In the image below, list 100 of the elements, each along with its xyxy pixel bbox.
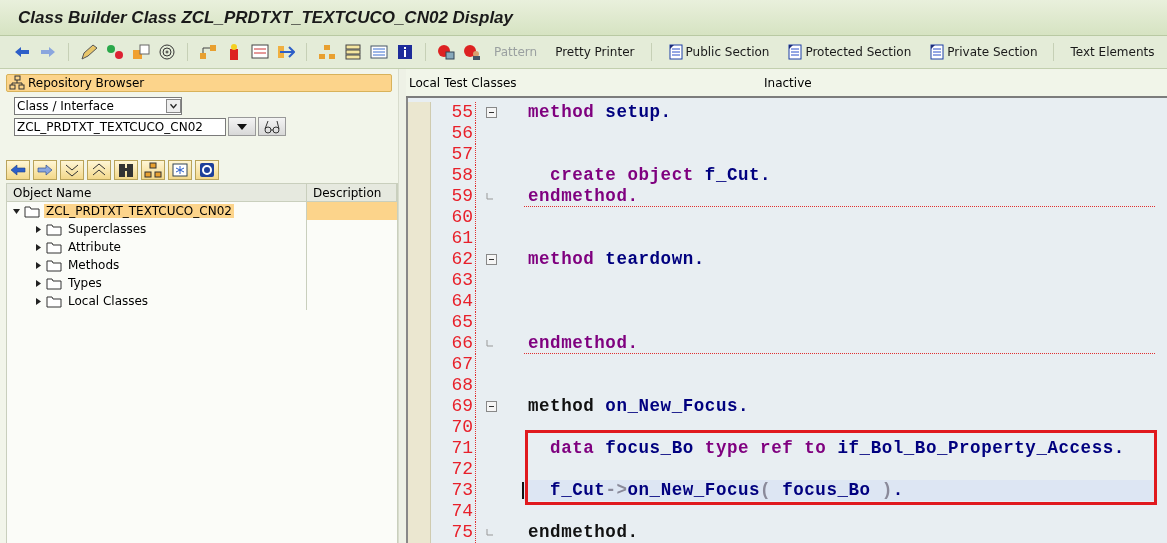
folder-icon	[46, 239, 62, 255]
code-line: method on_New_Focus.	[528, 396, 750, 416]
spiral-button[interactable]	[157, 44, 177, 60]
line-number: 68	[431, 375, 476, 396]
code-line: endmethod.	[528, 186, 639, 206]
arrows-button[interactable]	[276, 44, 296, 60]
line-number: 67	[431, 354, 476, 375]
code-line: method setup.	[528, 102, 672, 122]
line-number: 72	[431, 459, 476, 480]
back-arrow-icon	[13, 44, 31, 60]
toolbar-button[interactable]: Text Elements	[1064, 45, 1161, 59]
expander-icon[interactable]	[35, 297, 42, 305]
window-title: Class Builder Class ZCL_PRDTXT_TEXTCUCO_CN02 Display	[18, 7, 514, 28]
info-button[interactable]	[395, 44, 415, 60]
line-number: 61	[431, 228, 476, 249]
expander-icon[interactable]	[35, 243, 42, 251]
collapse-icon[interactable]	[486, 401, 497, 412]
forward-arrow-icon	[39, 44, 57, 60]
expand-button[interactable]	[60, 160, 84, 180]
pencil-button[interactable]	[79, 44, 99, 60]
expander-icon[interactable]	[13, 207, 20, 215]
line-number: 58	[431, 165, 476, 186]
block-end-icon	[486, 528, 493, 537]
folder-icon	[46, 257, 62, 273]
tree-item[interactable]: Attribute	[66, 240, 123, 254]
hierarchy-button[interactable]	[141, 160, 165, 180]
hierarchy-icon	[9, 75, 25, 91]
line-number: 71	[431, 438, 476, 459]
tree-item[interactable]: Superclasses	[66, 222, 149, 236]
expander-icon[interactable]	[35, 279, 42, 287]
code-line: method teardown.	[528, 249, 705, 269]
stop-sign-button[interactable]	[462, 44, 482, 60]
toolbar-button[interactable]: Protected Section	[781, 44, 918, 60]
pencil-icon	[80, 44, 98, 60]
block-end-icon	[486, 339, 493, 348]
object-name-field[interactable]: ZCL_PRDTXT_TEXTCUCO_CN02	[14, 117, 226, 136]
folder-icon	[46, 293, 62, 309]
refresh-button[interactable]	[195, 160, 219, 180]
tree-item[interactable]: Local Classes	[66, 294, 151, 308]
tree-item[interactable]: ZCL_PRDTXT_TEXTCUCO_CN02	[44, 204, 234, 218]
object-type-dropdown[interactable]: Class / Interface	[14, 97, 182, 115]
list-button[interactable]	[369, 44, 389, 60]
expander-icon[interactable]	[35, 261, 42, 269]
code-line: f_Cut->on_New_Focus( focus_Bo ).	[549, 480, 904, 500]
arrows-icon	[277, 44, 295, 60]
filter-button[interactable]	[168, 160, 192, 180]
line-number: 62	[431, 249, 476, 270]
boxes-icon	[132, 44, 150, 60]
forward-arrow-icon	[36, 162, 54, 178]
monitor-button[interactable]	[250, 44, 270, 60]
back-arrow-icon	[9, 162, 27, 178]
document-icon	[929, 44, 945, 60]
line-number: 60	[431, 207, 476, 228]
document-icon	[787, 44, 803, 60]
stop-sign-icon	[463, 44, 481, 60]
toolbar-button[interactable]: Public Section	[661, 44, 776, 60]
asterisk-icon	[171, 162, 189, 178]
find-button[interactable]	[114, 160, 138, 180]
toolbar-button[interactable]: Pretty Printer	[549, 45, 641, 59]
tree-item[interactable]: Types	[66, 276, 104, 290]
line-number: 74	[431, 501, 476, 522]
spiral-icon	[158, 44, 176, 60]
block-end-icon	[486, 192, 493, 201]
editor-tab[interactable]: Local Test Classes	[406, 75, 764, 90]
column-header: Description	[307, 184, 397, 202]
toolbar-button[interactable]: Private Section	[923, 44, 1044, 60]
refresh-icon	[198, 162, 216, 178]
line-number: 64	[431, 291, 476, 312]
line-number: 65	[431, 312, 476, 333]
boxes-button[interactable]	[131, 44, 151, 60]
line-number: 66	[431, 333, 476, 354]
info-icon	[396, 44, 414, 60]
chevrons-down-icon	[63, 162, 81, 178]
chevron-down-icon	[166, 99, 181, 113]
folder-icon	[46, 275, 62, 291]
tree-item[interactable]: Methods	[66, 258, 122, 272]
circles-button[interactable]	[105, 44, 125, 60]
tree-icon	[318, 44, 336, 60]
column-header: Object Name	[7, 184, 307, 202]
stop-sign-button[interactable]	[436, 44, 456, 60]
line-number: 55	[431, 102, 476, 123]
line-number: 70	[431, 417, 476, 438]
line-number: 69	[431, 396, 476, 417]
stack-icon	[344, 44, 362, 60]
display-button[interactable]	[258, 117, 286, 136]
document-icon	[667, 44, 683, 60]
dropdown-button[interactable]	[228, 117, 256, 136]
collapse-icon[interactable]	[486, 254, 497, 265]
folder-icon	[46, 221, 62, 237]
glasses-icon	[263, 118, 281, 135]
stop-sign-icon	[437, 44, 455, 60]
code-line: data focus_Bo type ref to if_Bol_Bo_Property_Access.	[549, 438, 1125, 458]
text-cursor	[522, 482, 524, 499]
back-button[interactable]	[6, 160, 30, 180]
stack-button[interactable]	[343, 44, 363, 60]
expander-icon[interactable]	[35, 225, 42, 233]
monitor-icon	[251, 44, 269, 60]
forward-button[interactable]	[33, 160, 57, 180]
collapse-icon[interactable]	[486, 107, 497, 118]
collapse-button[interactable]	[87, 160, 111, 180]
